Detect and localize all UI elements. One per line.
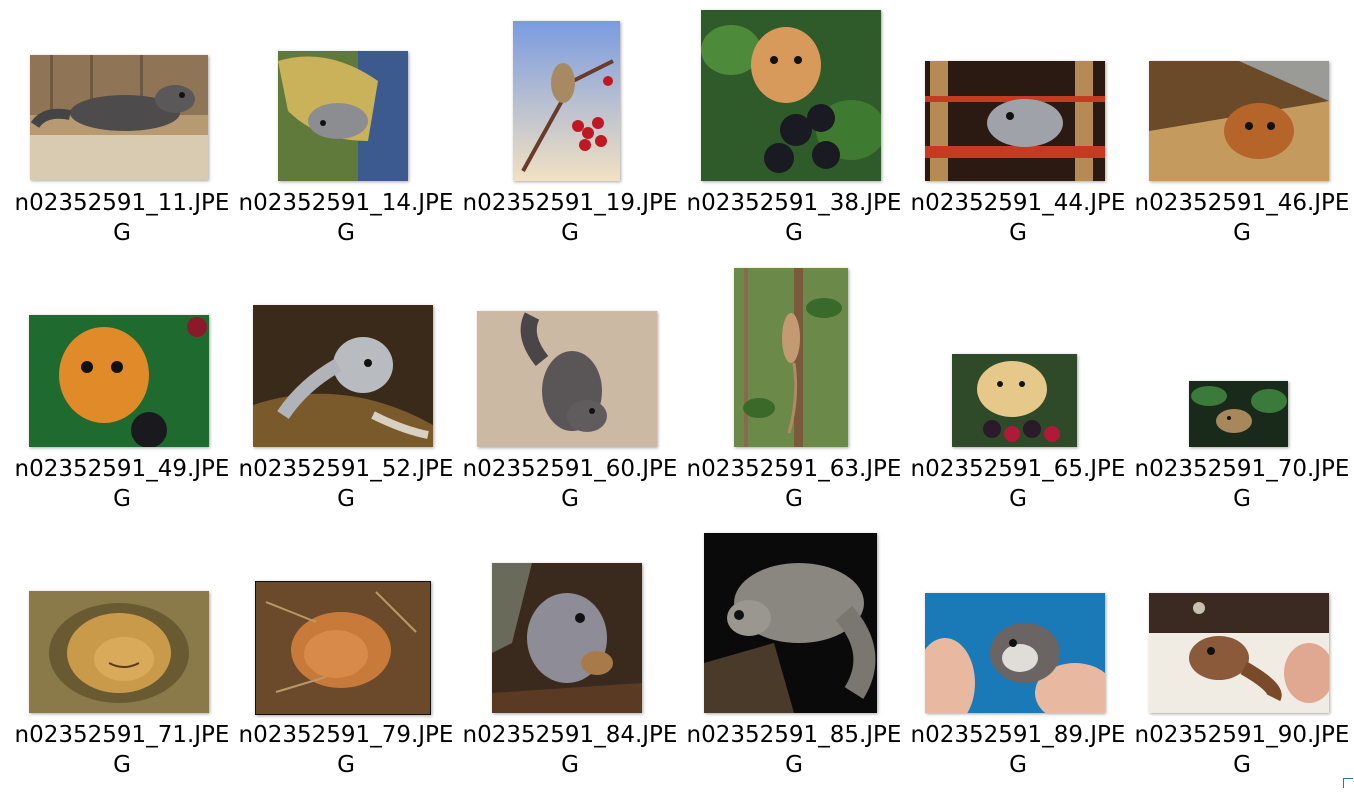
thumbnail-container — [682, 532, 906, 716]
file-item[interactable]: n02352591_14.JPEG — [234, 0, 458, 266]
file-name-label: n02352591_19.JPEG — [462, 190, 678, 246]
file-name-label: n02352591_85.JPEG — [686, 722, 902, 778]
photo-thumbnail-icon — [925, 593, 1105, 713]
file-name-label: n02352591_46.JPEG — [1134, 190, 1350, 246]
photo-thumbnail-icon — [734, 268, 848, 447]
file-name-label: n02352591_60.JPEG — [462, 456, 678, 512]
file-name-label: n02352591_52.JPEG — [238, 456, 454, 512]
photo-thumbnail-icon — [701, 10, 881, 181]
thumbnail-container — [1130, 266, 1354, 450]
thumbnail-container — [1130, 532, 1354, 716]
photo-thumbnail-icon — [513, 21, 620, 181]
file-item[interactable]: n02352591_79.JPEG — [234, 532, 458, 798]
photo-thumbnail-icon — [1189, 381, 1288, 447]
file-name-label: n02352591_14.JPEG — [238, 190, 454, 246]
file-name-label: n02352591_38.JPEG — [686, 190, 902, 246]
file-name-label: n02352591_84.JPEG — [462, 722, 678, 778]
thumbnail-container — [10, 0, 234, 184]
thumbnail-container — [906, 0, 1130, 184]
photo-thumbnail-icon — [952, 354, 1077, 447]
thumbnail-container — [10, 266, 234, 450]
photo-thumbnail-icon — [29, 315, 209, 447]
file-name-label: n02352591_44.JPEG — [910, 190, 1126, 246]
file-name-label: n02352591_79.JPEG — [238, 722, 454, 778]
file-item[interactable]: n02352591_70.JPEG — [1130, 266, 1354, 532]
thumbnail-container — [458, 266, 682, 450]
file-name-label: n02352591_49.JPEG — [14, 456, 230, 512]
photo-thumbnail-icon — [255, 581, 431, 715]
photo-thumbnail-icon — [1149, 61, 1329, 181]
file-grid: n02352591_11.JPEG n02352591_14.JPEG n023… — [0, 0, 1354, 788]
file-item[interactable]: n02352591_38.JPEG — [682, 0, 906, 266]
photo-thumbnail-icon — [253, 305, 433, 447]
file-item[interactable]: n02352591_60.JPEG — [458, 266, 682, 532]
file-name-label: n02352591_70.JPEG — [1134, 456, 1350, 512]
photo-thumbnail-icon — [30, 55, 208, 180]
thumbnail-container — [458, 0, 682, 184]
photo-thumbnail-icon — [492, 563, 642, 713]
photo-thumbnail-icon — [29, 591, 209, 713]
photo-thumbnail-icon — [477, 311, 657, 447]
thumbnail-container — [234, 0, 458, 184]
file-name-label: n02352591_11.JPEG — [14, 190, 230, 246]
thumbnail-container — [234, 266, 458, 450]
file-item[interactable]: n02352591_11.JPEG — [10, 0, 234, 266]
thumbnail-container — [1130, 0, 1354, 184]
file-name-label: n02352591_90.JPEG — [1134, 722, 1350, 778]
file-name-label: n02352591_89.JPEG — [910, 722, 1126, 778]
file-item[interactable]: n02352591_44.JPEG — [906, 0, 1130, 266]
thumbnail-container — [10, 532, 234, 716]
file-item[interactable]: n02352591_90.JPEG — [1130, 532, 1354, 798]
file-item[interactable]: n02352591_65.JPEG — [906, 266, 1130, 532]
file-name-label: n02352591_71.JPEG — [14, 722, 230, 778]
thumbnail-container — [682, 0, 906, 184]
photo-thumbnail-icon — [1149, 593, 1329, 713]
file-item[interactable]: n02352591_49.JPEG — [10, 266, 234, 532]
photo-thumbnail-icon — [925, 61, 1105, 181]
file-item[interactable]: n02352591_63.JPEG — [682, 266, 906, 532]
photo-thumbnail-icon — [278, 51, 408, 181]
photo-thumbnail-icon — [704, 533, 877, 713]
file-item[interactable]: n02352591_71.JPEG — [10, 532, 234, 798]
file-item[interactable]: n02352591_19.JPEG — [458, 0, 682, 266]
thumbnail-container — [682, 266, 906, 450]
file-name-label: n02352591_65.JPEG — [910, 456, 1126, 512]
file-item[interactable]: n02352591_52.JPEG — [234, 266, 458, 532]
thumbnail-container — [234, 532, 458, 716]
thumbnail-container — [458, 532, 682, 716]
file-item[interactable]: n02352591_84.JPEG — [458, 532, 682, 798]
file-item[interactable]: n02352591_85.JPEG — [682, 532, 906, 798]
thumbnail-container — [906, 532, 1130, 716]
thumbnail-container — [906, 266, 1130, 450]
resize-corner-icon — [1343, 778, 1353, 788]
file-item[interactable]: n02352591_46.JPEG — [1130, 0, 1354, 266]
file-item[interactable]: n02352591_89.JPEG — [906, 532, 1130, 798]
file-name-label: n02352591_63.JPEG — [686, 456, 902, 512]
